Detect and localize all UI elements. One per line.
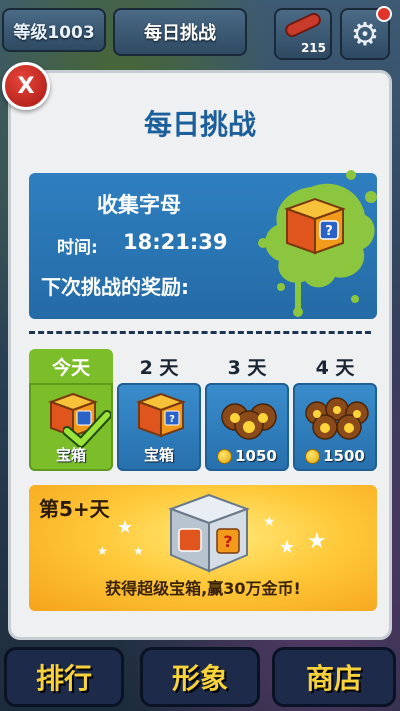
star-icon: ★ <box>279 537 296 558</box>
notification-dot <box>376 6 392 22</box>
star-icon: ★ <box>97 544 108 558</box>
coin-reward-label: 1500 <box>297 447 373 465</box>
bonus-day-label: 第5+天 <box>39 497 110 521</box>
reward-card-today: 宝箱 <box>29 383 113 471</box>
super-reward-panel: ★ ★ ★ ★ ★ ★ ? 第5+天 获得超级宝箱,赢30万金币! <box>29 485 377 611</box>
reward-card-day-3: 1050 <box>205 383 289 471</box>
challenge-panel: ? 收集字母 时间: 18:21:39 下次挑战的奖励: <box>29 170 377 319</box>
bottom-nav: 排行 形象 商店 <box>0 639 400 711</box>
super-mystery-box-icon: ? <box>168 493 250 573</box>
reward-card-day-2: ? 宝箱 <box>117 383 201 471</box>
hoverboard-count: 215 <box>300 41 326 55</box>
svg-text:?: ? <box>223 532 232 551</box>
daily-challenge-modal: 每日挑战 ? 收集字母 时间: 18:21:39 下次挑战的奖励: 今天 2 天… <box>8 70 392 640</box>
time-remaining: 18:21:39 <box>123 230 228 254</box>
coin-bags-icon <box>305 397 369 440</box>
close-button[interactable]: X <box>2 62 50 110</box>
leaderboard-button[interactable]: 排行 <box>4 647 124 707</box>
reward-label: 宝箱 <box>143 446 174 464</box>
day-header-4: 4 天 <box>315 356 355 379</box>
svg-text:?: ? <box>325 224 333 239</box>
checkmark-icon <box>63 410 111 448</box>
character-label: 形象 <box>171 662 228 695</box>
hoverboard-icon <box>282 10 324 40</box>
mystery-box-icon: ? <box>284 197 346 255</box>
coin-bags-icon <box>221 403 277 440</box>
star-icon: ★ <box>263 514 276 530</box>
settings-button[interactable]: ⚙ <box>340 6 392 60</box>
svg-text:?: ? <box>169 414 175 425</box>
day-headers: 今天 2 天 3 天 4 天 <box>29 349 377 383</box>
day-header-2: 2 天 <box>139 356 179 379</box>
reward-label: 宝箱 <box>55 446 86 464</box>
leaderboard-label: 排行 <box>35 662 92 695</box>
level-indicator: 等级1003 <box>2 8 106 52</box>
top-bar: 等级1003 每日挑战 215 ⚙ <box>0 4 400 60</box>
character-button[interactable]: 形象 <box>140 647 260 707</box>
star-icon: ★ <box>307 529 327 554</box>
divider <box>29 331 371 334</box>
day-header-3: 3 天 <box>227 356 267 379</box>
coin-amount: 1050 <box>235 447 277 465</box>
coin-icon <box>305 448 321 464</box>
challenge-name: 收集字母 <box>97 193 181 217</box>
shop-label: 商店 <box>305 662 362 695</box>
close-icon: X <box>17 73 35 99</box>
coin-icon <box>217 448 233 464</box>
star-icon: ★ <box>117 517 134 538</box>
bonus-description: 获得超级宝箱,赢30万金币! <box>105 579 301 598</box>
coin-reward-label: 1050 <box>209 447 285 465</box>
day-rewards: 宝箱 ? 宝箱 1050 1500 <box>29 383 377 471</box>
coin-amount: 1500 <box>323 447 365 465</box>
modal-title: 每日挑战 <box>143 108 256 141</box>
hoverboard-button[interactable]: 215 <box>274 8 332 60</box>
shop-button[interactable]: 商店 <box>272 647 396 707</box>
mystery-box-icon: ? <box>136 392 186 438</box>
gear-icon: ⚙ <box>350 15 380 53</box>
star-icon: ★ <box>133 544 144 558</box>
time-label: 时间: <box>57 238 98 258</box>
reward-card-day-4: 1500 <box>293 383 377 471</box>
day-header-today: 今天 <box>29 349 113 383</box>
daily-challenge-button[interactable]: 每日挑战 <box>113 8 247 56</box>
next-reward-label: 下次挑战的奖励: <box>41 275 189 299</box>
